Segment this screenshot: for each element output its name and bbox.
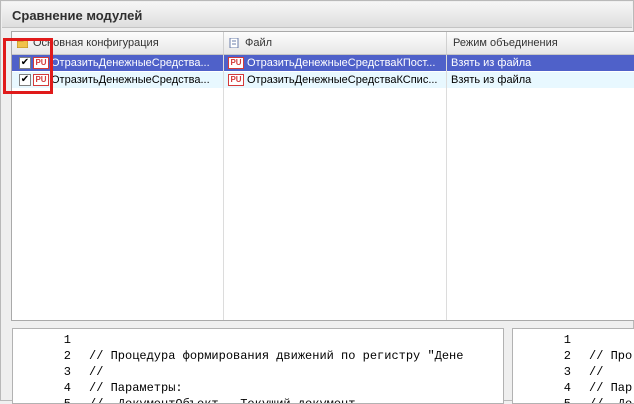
- table-header: Основная конфигурация Файл Режим объедин…: [12, 32, 634, 55]
- code-text: //: [89, 365, 104, 379]
- table-row[interactable]: ✔ PU ОтразитьДенежныеСредства... PU Отра…: [12, 72, 634, 88]
- column-label: Режим объединения: [453, 37, 558, 49]
- column-divider: [446, 55, 447, 320]
- line-number: 2: [563, 349, 571, 363]
- highlight-box: [3, 38, 53, 94]
- window-title-bar: Сравнение модулей: [2, 2, 632, 28]
- column-header-file[interactable]: Файл: [224, 32, 447, 54]
- line-number: 1: [63, 333, 71, 347]
- main-config-module-name: ОтразитьДенежныеСредства...: [51, 74, 210, 86]
- code-text: // ДокументОбъект - Текущий документ: [89, 397, 356, 404]
- column-divider: [223, 55, 224, 320]
- line-number: 2: [63, 349, 71, 363]
- code-pane-file[interactable]: 1 2 // Про 3 // 4 // Пар 5 // До: [512, 328, 634, 404]
- file-cell: PU ОтразитьДенежныеСредстваКСпис...: [224, 72, 446, 88]
- line-number: 3: [63, 365, 71, 379]
- line-number: 4: [63, 381, 71, 395]
- main-config-module-name: ОтразитьДенежныеСредства...: [51, 57, 210, 69]
- code-text: // Параметры:: [89, 381, 183, 395]
- file-module-name: ОтразитьДенежныеСредстваКПост...: [247, 57, 436, 69]
- code-pane-main-config[interactable]: 1 2 // Процедура формирования движений по…: [12, 328, 504, 404]
- file-module-name: ОтразитьДенежныеСредстваКСпис...: [247, 74, 438, 86]
- module-icon: PU: [228, 57, 244, 69]
- code-text: //: [589, 365, 604, 379]
- line-number: 3: [563, 365, 571, 379]
- line-number: 4: [563, 381, 571, 395]
- compare-modules-window: Сравнение модулей Основная конфигурация …: [0, 0, 634, 404]
- code-text: // Пар: [589, 381, 633, 395]
- merge-mode-value: Взять из файла: [451, 74, 532, 86]
- column-label: Файл: [245, 37, 273, 49]
- file-cell: PU ОтразитьДенежныеСредстваКПост...: [224, 55, 446, 71]
- code-text: // Процедура формирования движений по ре…: [89, 349, 464, 363]
- merge-mode-cell[interactable]: Взять из файла: [447, 55, 634, 71]
- modules-table[interactable]: Основная конфигурация Файл Режим объедин…: [11, 31, 634, 321]
- file-icon: [229, 38, 239, 48]
- line-number: 5: [563, 397, 571, 404]
- column-header-merge-mode[interactable]: Режим объединения: [447, 32, 634, 54]
- table-row[interactable]: ✔ PU ОтразитьДенежныеСредства... PU Отра…: [12, 55, 634, 71]
- module-icon: PU: [228, 74, 244, 86]
- window-title: Сравнение модулей: [12, 8, 143, 23]
- code-text: // До: [589, 397, 633, 404]
- code-text: // Про: [589, 349, 633, 363]
- line-number: 1: [563, 333, 571, 347]
- merge-mode-value: Взять из файла: [451, 57, 532, 69]
- merge-mode-cell[interactable]: Взять из файла: [447, 72, 634, 88]
- line-number: 5: [63, 397, 71, 404]
